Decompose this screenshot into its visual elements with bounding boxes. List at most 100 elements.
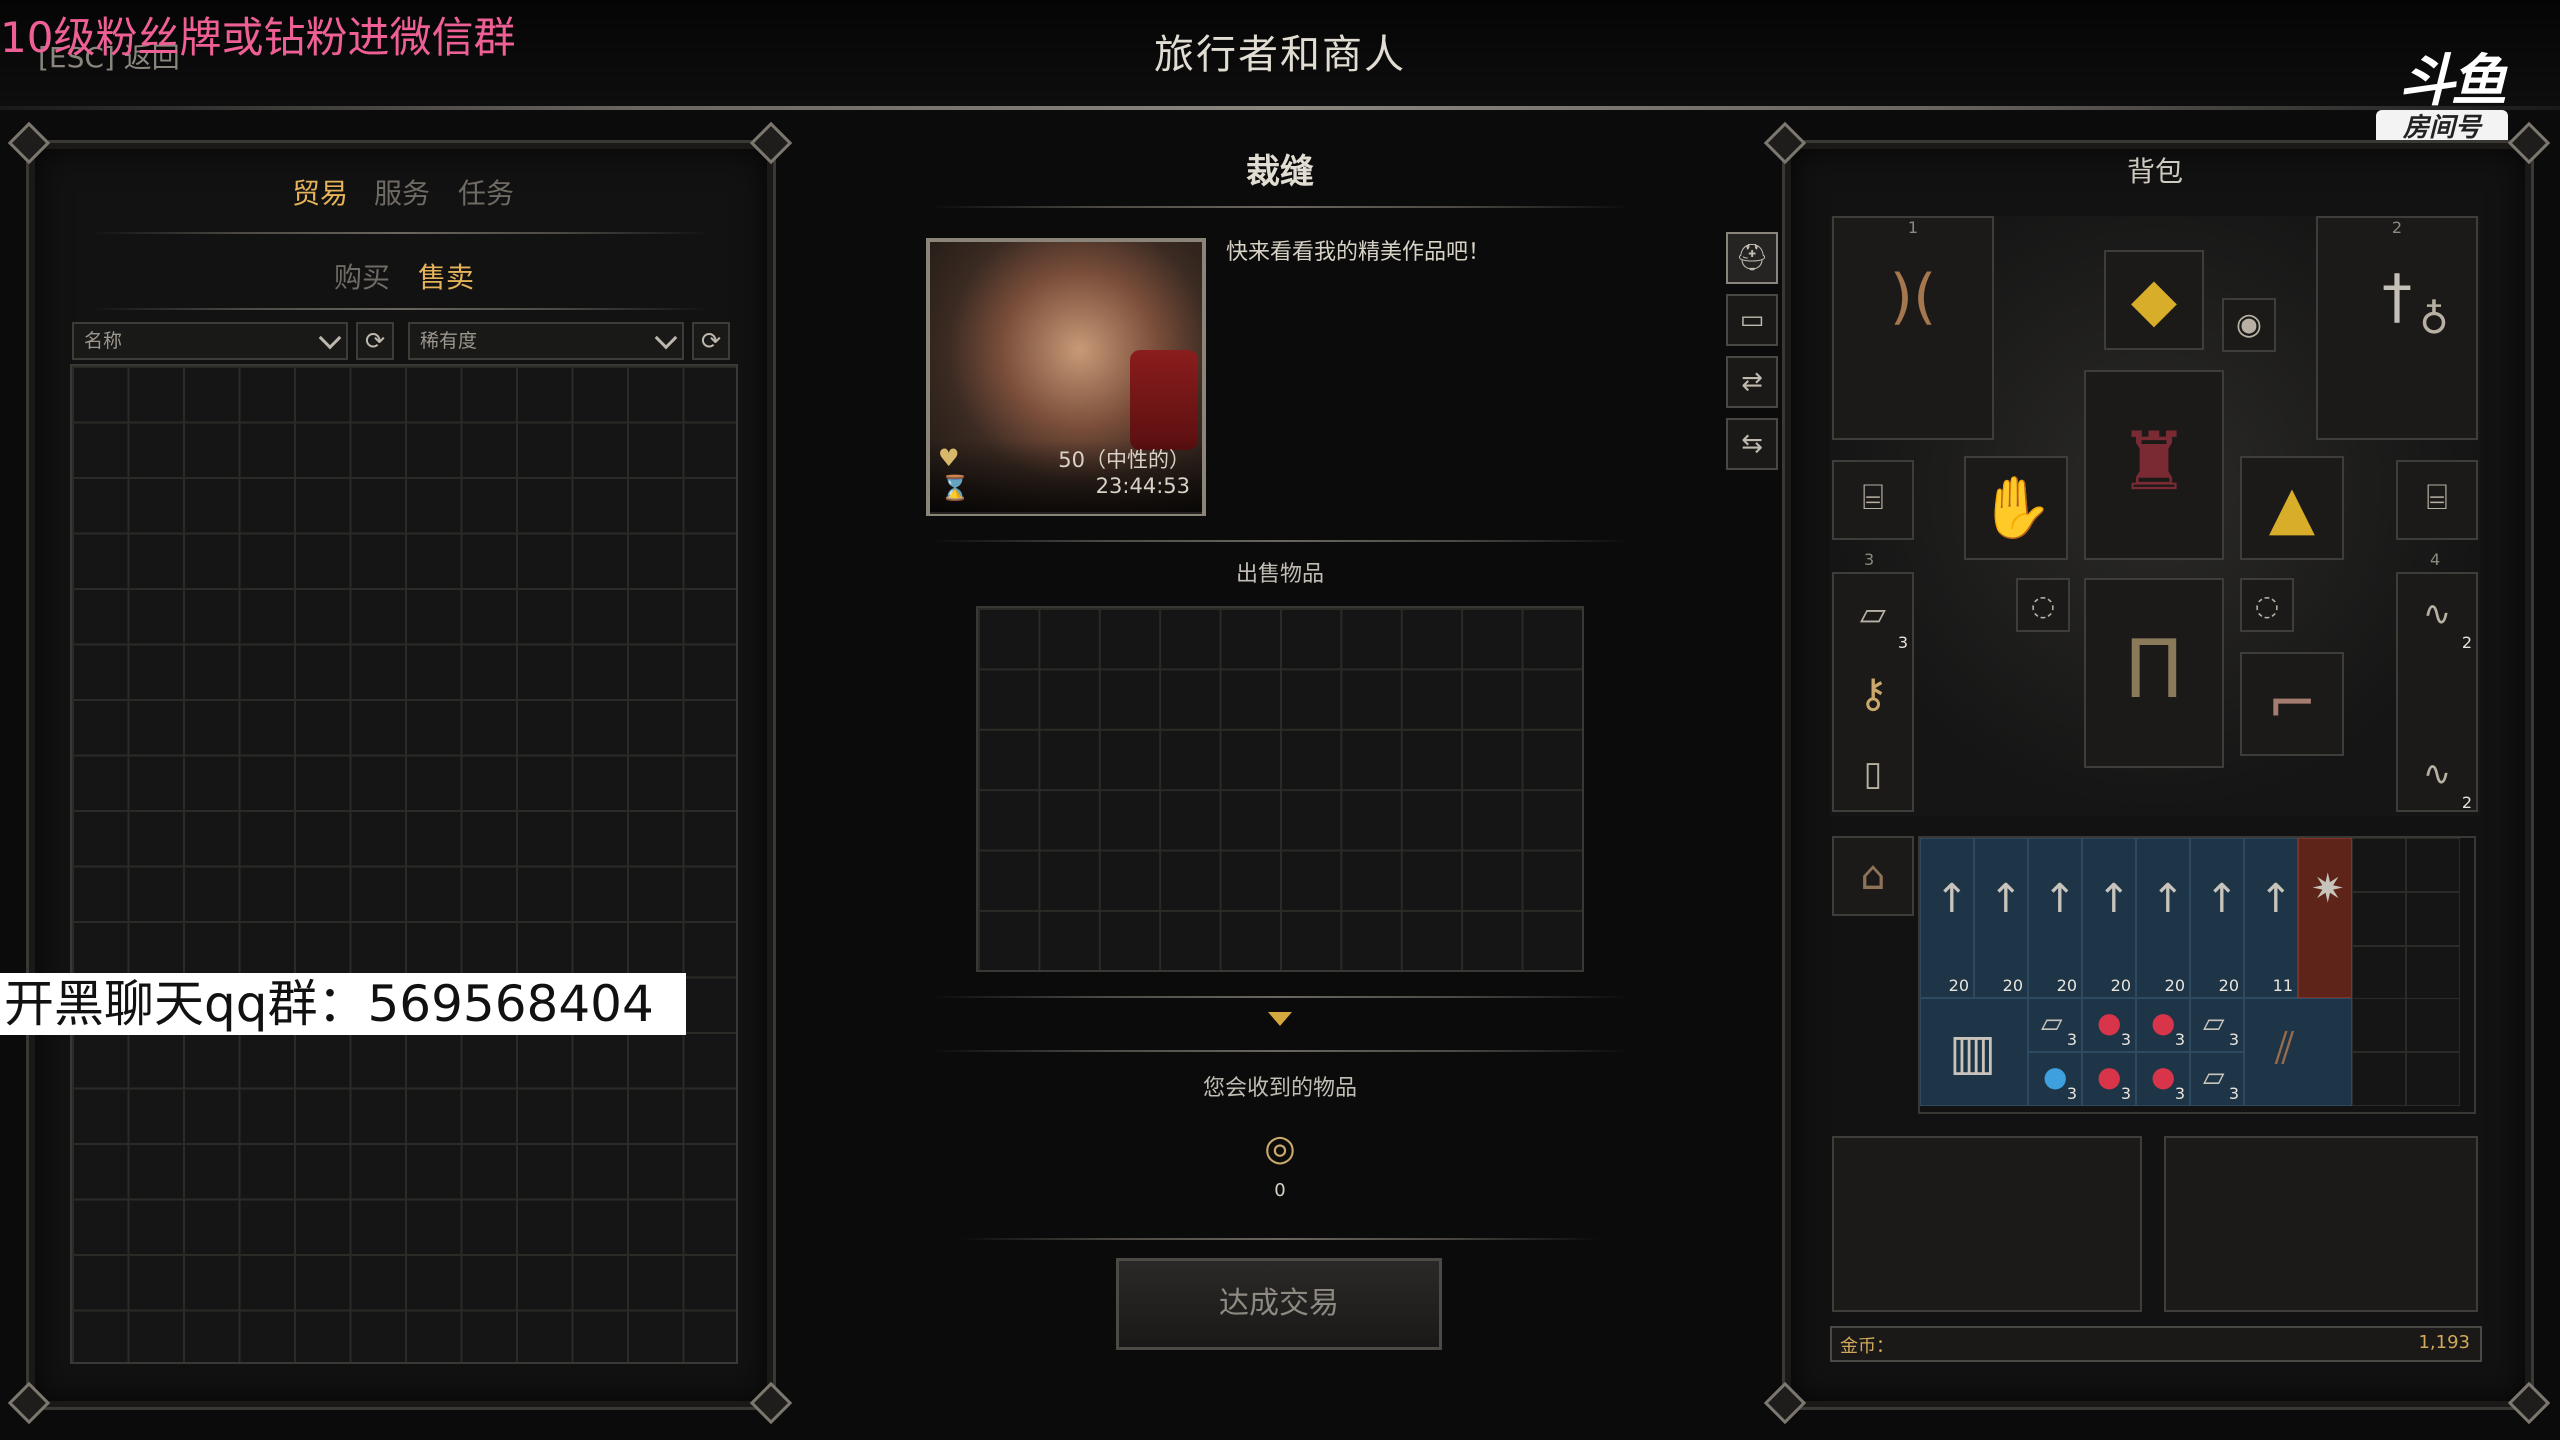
weapon-slot-1[interactable]: 1 )( xyxy=(1832,216,1994,440)
arrow-icon: ↑ xyxy=(1935,876,1969,922)
fan-notice-overlay: 10级粉丝牌或钻粉进微信群 xyxy=(0,13,516,62)
arrow-stack[interactable]: ↑ 20 xyxy=(2190,838,2244,998)
boots-slot[interactable]: ⌐ xyxy=(2240,652,2344,756)
mana-potion-item[interactable]: ● 3 xyxy=(2028,1052,2082,1106)
title-divider xyxy=(930,206,1630,208)
item-count: 20 xyxy=(2110,976,2131,995)
bandage-item[interactable]: ▱ 3 xyxy=(1834,574,1912,654)
special-arrow[interactable]: ✷ xyxy=(2298,838,2352,998)
empty-cell[interactable] xyxy=(2406,838,2460,892)
top-divider xyxy=(0,106,2560,110)
item-count: 3 xyxy=(2066,1084,2077,1103)
health-potion-item[interactable]: ● 3 xyxy=(2136,1052,2190,1106)
douyu-logo: 斗鱼 xyxy=(2399,49,2507,114)
arrow-icon: ↑ xyxy=(2043,876,2077,922)
empty-cell[interactable] xyxy=(2406,998,2460,1052)
stash-slot-right[interactable] xyxy=(2164,1136,2478,1312)
scroll-item[interactable]: ▥ xyxy=(1920,998,2028,1106)
merchant-timer: 23:44:53 xyxy=(1095,474,1190,498)
empty-cell[interactable] xyxy=(2352,1052,2406,1106)
gloves-icon: ✋ xyxy=(1978,473,2054,543)
item-count: 3 xyxy=(2174,1030,2185,1049)
stash-slot-left[interactable] xyxy=(1832,1136,2142,1312)
empty-cell[interactable] xyxy=(2406,1052,2460,1106)
helmet-tab-icon[interactable]: ⛑ xyxy=(1726,232,1778,284)
item-count: 11 xyxy=(2272,976,2293,995)
arrow-stack[interactable]: ↑ 20 xyxy=(2136,838,2190,998)
item-count: 3 xyxy=(2228,1030,2239,1049)
sell-item-grid[interactable] xyxy=(976,606,1584,972)
health-potion-item[interactable]: ● 3 xyxy=(2082,1052,2136,1106)
empty-cell[interactable] xyxy=(2352,892,2406,946)
bandage-item[interactable]: ▱ 3 xyxy=(2190,1052,2244,1106)
ring-slot-right[interactable]: ◌ xyxy=(2240,578,2294,632)
receive-amount: 0 xyxy=(1274,1180,1286,1201)
merchant-item-grid[interactable] xyxy=(70,364,738,1364)
empty-cell[interactable] xyxy=(2406,946,2460,1000)
key-icon: ⚷ xyxy=(1858,671,1888,717)
tab-service[interactable]: 服务 xyxy=(374,172,430,212)
tab-trade[interactable]: 贸易 xyxy=(292,172,348,212)
bandage-icon: ▱ xyxy=(2041,1006,2063,1039)
name-sort-dropdown[interactable]: 名称 xyxy=(72,322,348,360)
rope-item[interactable]: ∿ 2 xyxy=(2398,574,2476,654)
backpack-slot[interactable]: ⌂ xyxy=(1832,836,1914,916)
subtab-buy[interactable]: 购买 xyxy=(334,256,390,296)
red-potion-icon: ● xyxy=(2097,1006,2122,1039)
tab-quest[interactable]: 任务 xyxy=(458,172,514,212)
left-utility-slot[interactable]: ⌸ xyxy=(1832,460,1914,540)
empty-cell[interactable] xyxy=(2352,838,2406,892)
chest-slot[interactable]: ♜ xyxy=(2084,370,2224,560)
bandage-item[interactable]: ▱ 3 xyxy=(2190,998,2244,1052)
rarity-sort-label: 稀有度 xyxy=(420,330,478,352)
health-potion-item[interactable]: ● 3 xyxy=(2136,998,2190,1052)
bandage-item[interactable]: ▱ 3 xyxy=(2028,998,2082,1052)
ring-slot-left[interactable]: ◌ xyxy=(2016,578,2070,632)
item-count: 20 xyxy=(2002,976,2023,995)
right-pocket-column[interactable]: ∿ 2 ∿ 2 xyxy=(2396,572,2478,812)
ring-icon: ◌ xyxy=(2254,589,2280,622)
empty-pocket[interactable] xyxy=(2398,654,2476,734)
necklace-slot[interactable]: ◉ xyxy=(2222,298,2276,352)
receive-items-label: 您会收到的物品 xyxy=(1202,1076,1357,1101)
pouch-icon: ⌸ xyxy=(1862,477,1884,518)
hourglass-icon: ⌛ xyxy=(940,474,970,502)
arrows-bundle-item[interactable]: ⫽ xyxy=(2244,998,2352,1106)
section-divider xyxy=(930,540,1630,542)
key-item[interactable]: ⚷ xyxy=(1834,654,1912,734)
sell-items-label: 出售物品 xyxy=(1235,562,1324,587)
health-potion-item[interactable]: ● 3 xyxy=(2082,998,2136,1052)
rope-item[interactable]: ∿ 2 xyxy=(2398,734,2476,814)
merchant-name: 裁缝 xyxy=(1246,152,1314,192)
empty-cell[interactable] xyxy=(2406,892,2460,946)
arrow-icon: ↑ xyxy=(1989,876,2023,922)
subtab-sell[interactable]: 售卖 xyxy=(418,256,474,296)
stash-tab-icon[interactable]: ⇄ xyxy=(1726,356,1778,408)
confirm-trade-button[interactable]: 达成交易 xyxy=(1116,1258,1442,1350)
right-utility-slot[interactable]: ⌸ xyxy=(2396,460,2478,540)
rarity-sort-dropdown[interactable]: 稀有度 xyxy=(408,322,684,360)
empty-cell[interactable] xyxy=(2352,946,2406,1000)
legs-slot[interactable]: Π xyxy=(2084,578,2224,768)
arrow-stack[interactable]: ↑ 20 xyxy=(2082,838,2136,998)
arrow-stack[interactable]: ↑ 11 xyxy=(2244,838,2298,998)
arrow-stack[interactable]: ↑ 20 xyxy=(1974,838,2028,998)
stash2-tab-icon[interactable]: ⇆ xyxy=(1726,418,1778,470)
red-potion-icon: ● xyxy=(2097,1060,2122,1093)
arrow-stack[interactable]: ↑ 20 xyxy=(2028,838,2082,998)
refresh-icon[interactable]: ⟳ xyxy=(692,322,730,360)
arrow-stack[interactable]: ↑ 20 xyxy=(1920,838,1974,998)
empty-cell[interactable] xyxy=(2352,998,2406,1052)
pocket-number: 3 xyxy=(1864,550,1875,569)
backpack-grid[interactable]: ↑ 20 ↑ 20 ↑ 20 ↑ 20 ↑ 20 ↑ 20 ↑ 11 ✷ ▥ ▱ 3 ● 3 ● 3… xyxy=(1918,836,2476,1114)
gloves-slot[interactable]: ✋ xyxy=(1964,456,2068,560)
refresh-icon[interactable]: ⟳ xyxy=(356,322,394,360)
head-slot[interactable]: ◆ xyxy=(2104,250,2204,350)
arrow-icon: ↑ xyxy=(2259,876,2293,922)
lockpick-item[interactable]: ▯ xyxy=(1834,734,1912,814)
cloak-slot[interactable]: ▲ xyxy=(2240,456,2344,560)
section-divider xyxy=(960,1238,1600,1240)
chest-tab-icon[interactable]: ▭ xyxy=(1726,294,1778,346)
left-pocket-column[interactable]: ▱ 3 ⚷ ▯ xyxy=(1832,572,1914,812)
item-count: 3 xyxy=(1897,633,1908,652)
